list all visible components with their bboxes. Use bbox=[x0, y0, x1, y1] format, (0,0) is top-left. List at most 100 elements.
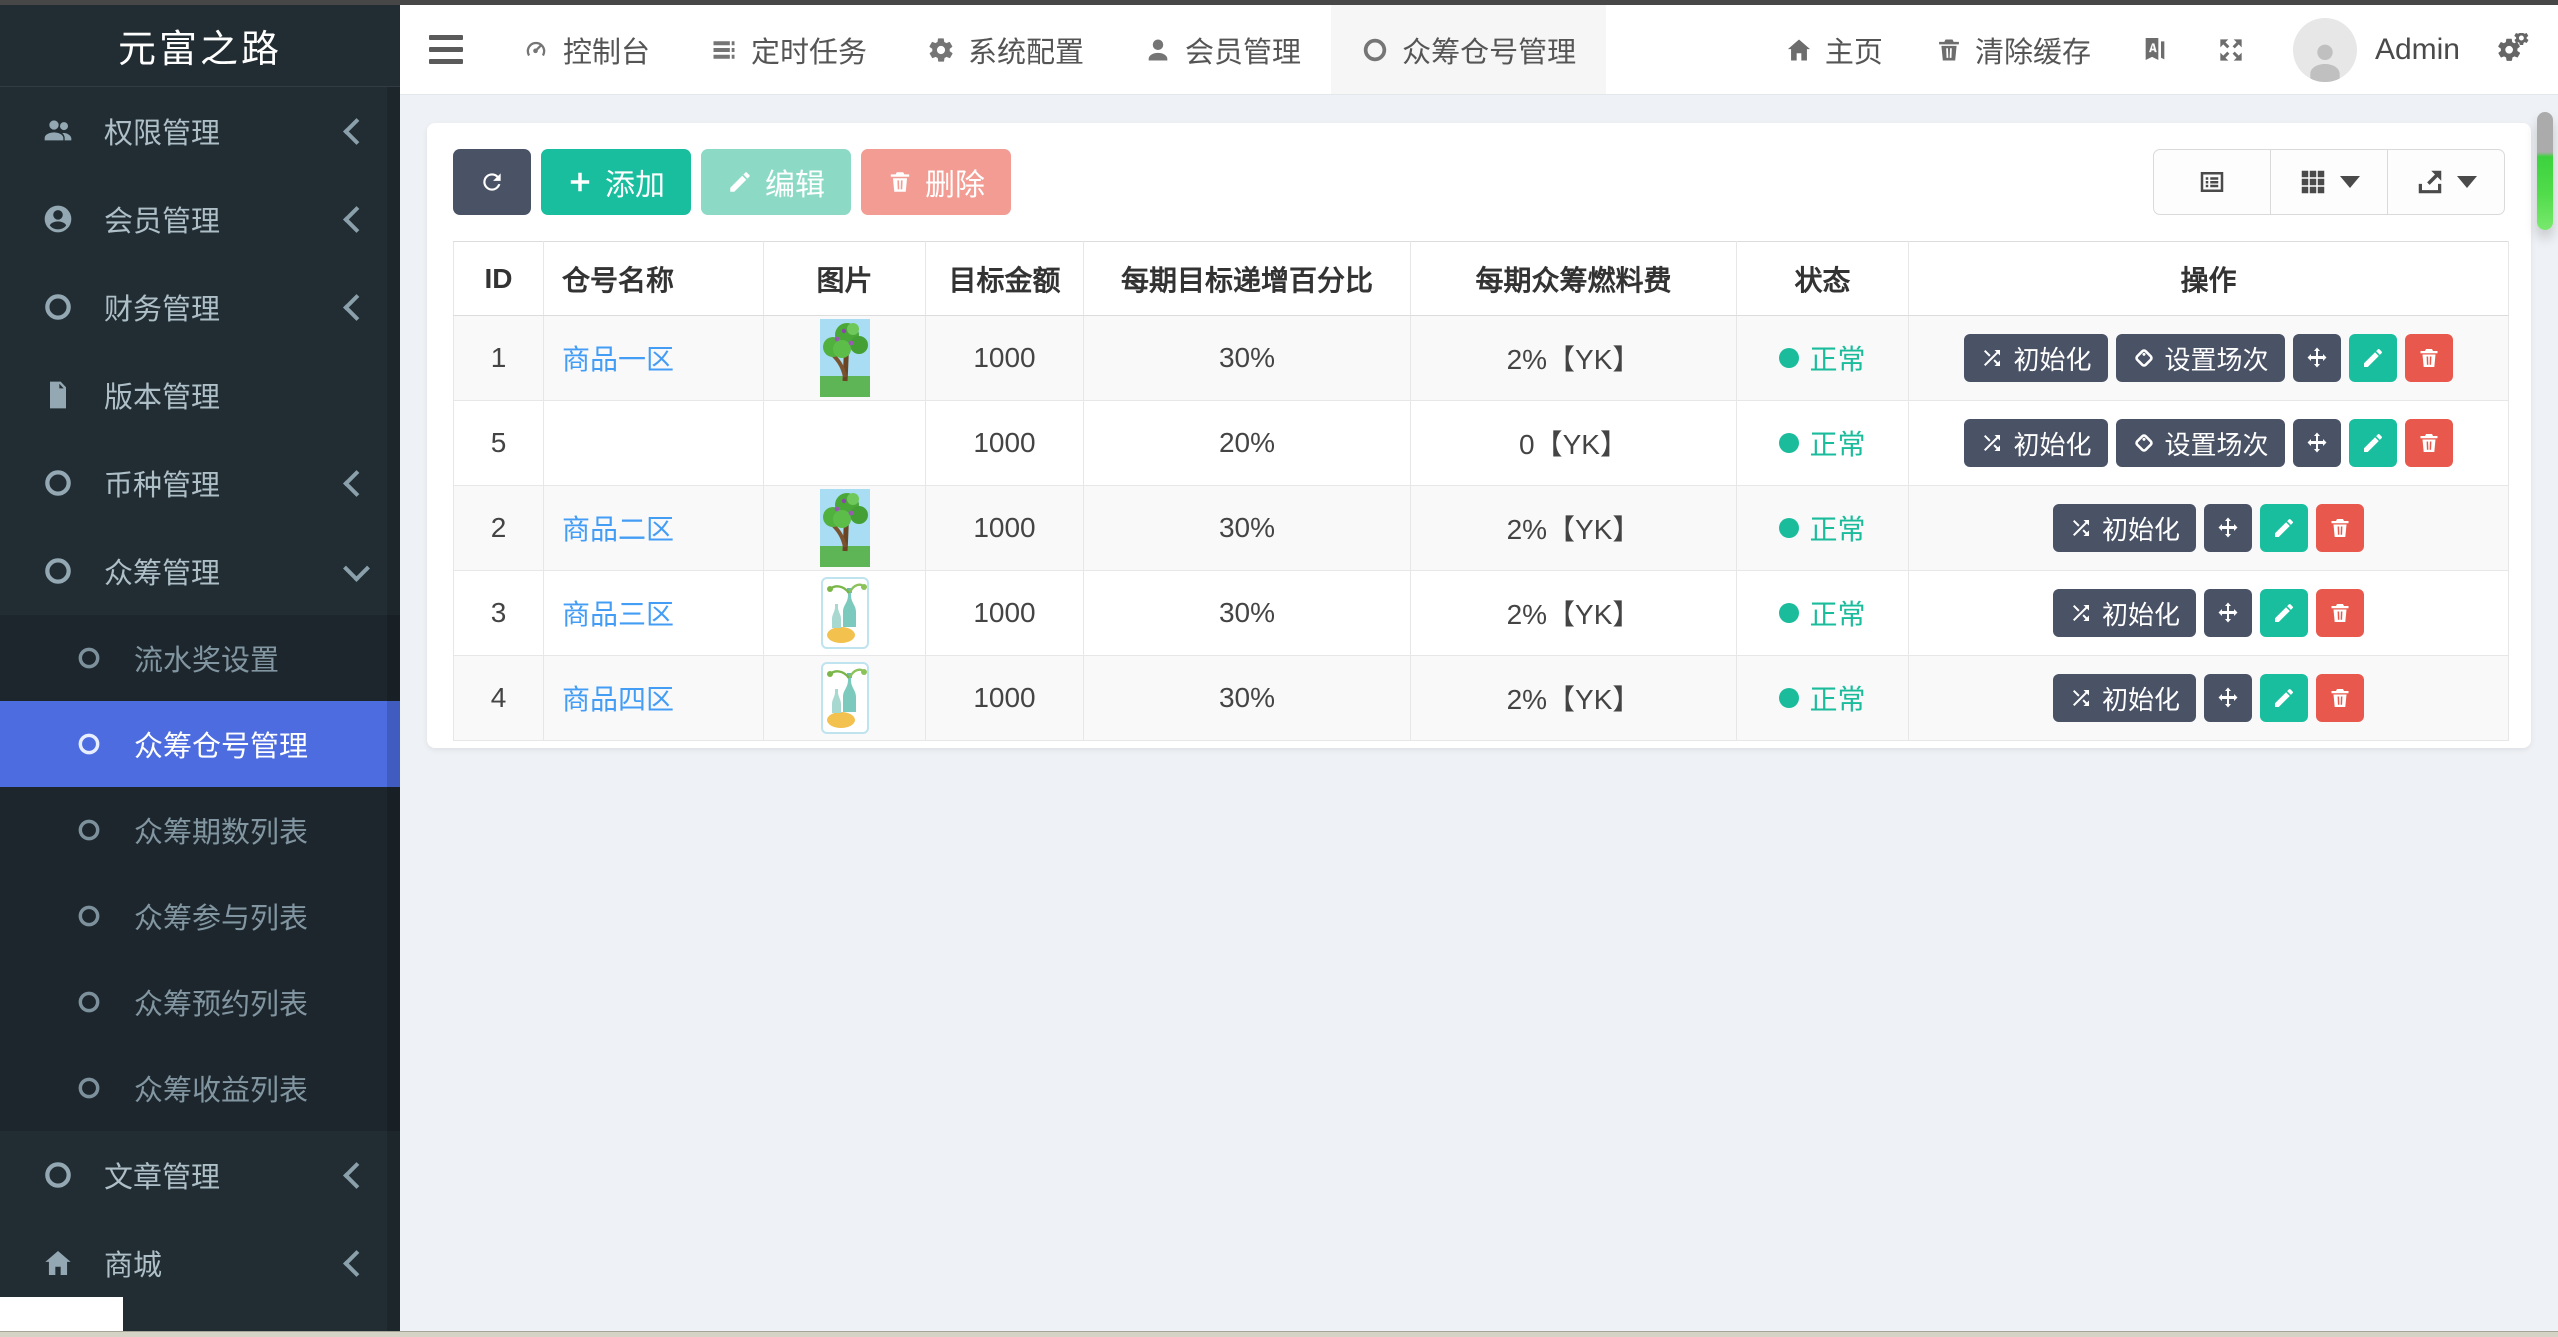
user-circle-icon bbox=[42, 203, 94, 235]
init-button[interactable]: 初始化 bbox=[2052, 589, 2196, 637]
row-delete-button[interactable] bbox=[2316, 674, 2364, 722]
column-header-fuel: 每期众筹燃料费 bbox=[1410, 241, 1737, 316]
pencil-icon bbox=[2272, 601, 2296, 625]
row-edit-button[interactable] bbox=[2348, 334, 2397, 382]
warehouse-name-link[interactable]: 商品三区 bbox=[562, 599, 674, 630]
init-button[interactable]: 初始化 bbox=[2052, 674, 2196, 722]
drag-sort-button[interactable] bbox=[2204, 589, 2252, 637]
nav-tab-4[interactable]: 会员管理 bbox=[1114, 5, 1331, 94]
delete-button[interactable]: 删除 bbox=[861, 149, 1011, 215]
sidebar-subitem-众筹预约列表[interactable]: 众筹预约列表 bbox=[0, 959, 400, 1045]
nav-link-home[interactable]: 主页 bbox=[1759, 5, 1909, 94]
plus-icon bbox=[567, 169, 593, 195]
status-dot-icon bbox=[1779, 433, 1800, 453]
edit-button[interactable]: 编辑 bbox=[701, 149, 851, 215]
fullscreen-icon bbox=[2215, 34, 2247, 66]
sidebar-item-label: 众筹管理 bbox=[104, 558, 221, 590]
chevron-left-icon bbox=[343, 469, 370, 497]
username: Admin bbox=[2374, 32, 2460, 66]
trash-icon bbox=[2328, 516, 2352, 540]
detail-view-button[interactable] bbox=[2154, 150, 2270, 214]
sidebar-subitem-众筹期数列表[interactable]: 众筹期数列表 bbox=[0, 787, 400, 873]
tree-image[interactable] bbox=[819, 489, 870, 567]
cell-image bbox=[763, 315, 926, 401]
sidebar-menu: 权限管理 会员管理 财务管理 版本管理 币种管理众筹管理流水奖设置 众筹仓号管理 众筹期数列… bbox=[0, 87, 400, 1307]
tree-image[interactable] bbox=[819, 319, 870, 397]
cell-id: 3 bbox=[453, 570, 544, 656]
add-button[interactable]: 添加 bbox=[541, 149, 691, 215]
fullscreen-button[interactable] bbox=[2193, 5, 2269, 94]
settings-gears-button[interactable] bbox=[2484, 5, 2558, 94]
status-badge: 正常 bbox=[1779, 423, 1866, 463]
cell-id: 1 bbox=[453, 315, 544, 401]
sidebar-scrollbar-track[interactable] bbox=[387, 87, 400, 1337]
columns-view-button[interactable] bbox=[2270, 150, 2387, 214]
drag-sort-button[interactable] bbox=[2292, 334, 2341, 382]
action-button-label: 设置场次 bbox=[2164, 344, 2269, 375]
data-table: ID 仓号名称 图片 目标金额 每期目标递增百分比 每期众筹燃料费 状态 操作 1 商品一区 10… bbox=[453, 241, 2509, 741]
circle-icon bbox=[76, 731, 126, 757]
nav-tab-2[interactable]: 定时任务 bbox=[680, 5, 897, 94]
warehouse-name-link[interactable]: 商品一区 bbox=[562, 344, 674, 375]
nav-link-clear-cache[interactable]: 清除缓存 bbox=[1909, 5, 2117, 94]
sidebar-item-会员管理[interactable]: 会员管理 bbox=[0, 175, 400, 263]
user-menu[interactable]: Admin bbox=[2269, 5, 2484, 94]
button-label: 删除 bbox=[925, 169, 985, 202]
row-delete-button[interactable] bbox=[2316, 589, 2364, 637]
cell-fuel: 2%【YK】 bbox=[1410, 570, 1737, 656]
sidebar-toggle-button[interactable] bbox=[400, 5, 492, 94]
cell-increase: 30% bbox=[1083, 570, 1411, 656]
sidebar-item-众筹管理[interactable]: 众筹管理 bbox=[0, 527, 400, 615]
refresh-button[interactable] bbox=[453, 149, 531, 215]
row-edit-button[interactable] bbox=[2260, 674, 2308, 722]
drag-sort-button[interactable] bbox=[2292, 419, 2341, 467]
cell-fuel: 2%【YK】 bbox=[1410, 655, 1737, 741]
init-button[interactable]: 初始化 bbox=[1964, 419, 2108, 467]
sidebar-subitem-众筹参与列表[interactable]: 众筹参与列表 bbox=[0, 873, 400, 959]
nav-tab-1[interactable]: 控制台 bbox=[492, 5, 680, 94]
vase-image[interactable] bbox=[820, 577, 869, 649]
home-icon bbox=[42, 1247, 94, 1279]
drag-sort-button[interactable] bbox=[2204, 674, 2252, 722]
init-button[interactable]: 初始化 bbox=[2052, 504, 2196, 552]
row-delete-button[interactable] bbox=[2316, 504, 2364, 552]
sidebar-item-币种管理[interactable]: 币种管理 bbox=[0, 439, 400, 527]
sidebar-subitem-流水奖设置[interactable]: 流水奖设置 bbox=[0, 615, 400, 701]
row-edit-button[interactable] bbox=[2260, 589, 2308, 637]
row-delete-button[interactable] bbox=[2404, 334, 2453, 382]
set-sessions-button[interactable]: 设置场次 bbox=[2115, 334, 2285, 382]
sidebar-subitem-众筹收益列表[interactable]: 众筹收益列表 bbox=[0, 1045, 400, 1131]
sidebar-subitem-众筹仓号管理[interactable]: 众筹仓号管理 bbox=[0, 701, 400, 787]
warehouse-name-link[interactable]: 商品二区 bbox=[562, 514, 674, 545]
cell-actions: 初始化 bbox=[1908, 570, 2509, 656]
table-row: 1 商品一区 1000 30% 2%【YK】 正常 初始化 设置场次 bbox=[453, 315, 2509, 401]
table-card: 添加 编辑 删除 ID 仓号名称 图片 目标金额 每期目标递增百分比 每期众筹燃料费 状态 操作 … bbox=[427, 123, 2531, 748]
row-edit-button[interactable] bbox=[2260, 504, 2308, 552]
row-edit-button[interactable] bbox=[2348, 419, 2397, 467]
init-button[interactable]: 初始化 bbox=[1964, 334, 2108, 382]
nav-tab-label: 控制台 bbox=[563, 36, 651, 69]
set-sessions-button[interactable]: 设置场次 bbox=[2115, 419, 2285, 467]
sidebar-item-权限管理[interactable]: 权限管理 bbox=[0, 87, 400, 175]
row-delete-button[interactable] bbox=[2404, 419, 2453, 467]
nav-tab-3[interactable]: 系统配置 bbox=[897, 5, 1114, 94]
sidebar-subitem-label: 众筹预约列表 bbox=[134, 989, 309, 1021]
vase-image[interactable] bbox=[820, 662, 869, 734]
sidebar-subitem-label: 众筹参与列表 bbox=[134, 903, 309, 935]
pencil-icon bbox=[2272, 516, 2296, 540]
warehouse-name-link[interactable]: 商品四区 bbox=[562, 684, 674, 715]
export-button[interactable] bbox=[2387, 150, 2504, 214]
gears-icon bbox=[2498, 32, 2532, 67]
tag-icon bbox=[2132, 431, 2156, 455]
language-button[interactable] bbox=[2117, 5, 2193, 94]
trash-icon bbox=[2417, 431, 2441, 455]
sidebar-item-财务管理[interactable]: 财务管理 bbox=[0, 263, 400, 351]
drag-sort-button[interactable] bbox=[2204, 504, 2252, 552]
page-scrollbar-thumb[interactable] bbox=[2537, 112, 2553, 230]
sidebar-item-版本管理[interactable]: 版本管理 bbox=[0, 351, 400, 439]
sidebar-item-商城[interactable]: 商城 bbox=[0, 1219, 400, 1307]
sidebar-item-文章管理[interactable]: 文章管理 bbox=[0, 1131, 400, 1219]
nav-tab-5[interactable]: 众筹仓号管理 bbox=[1331, 5, 1607, 94]
gauge-icon bbox=[522, 36, 550, 64]
pencil-icon bbox=[2361, 431, 2385, 455]
